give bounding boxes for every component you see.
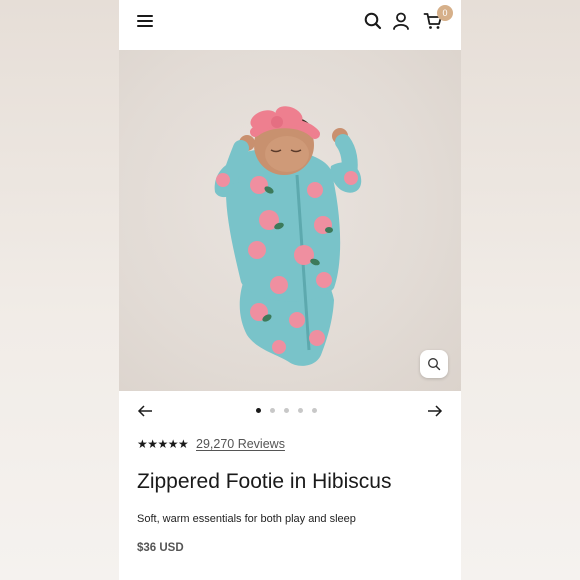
site-header: 0	[119, 0, 461, 50]
hamburger-menu-icon[interactable]	[137, 14, 153, 28]
gallery-dot-4[interactable]	[298, 408, 303, 413]
product-price: $36 USD	[137, 542, 184, 554]
product-title: Zippered Footie in Hibiscus	[137, 470, 392, 493]
product-image[interactable]	[119, 50, 461, 391]
gallery-dot-3[interactable]	[284, 408, 289, 413]
star-rating-icons: ★★★★★	[137, 437, 189, 451]
arrow-left-icon[interactable]	[137, 403, 153, 419]
gallery-dot-1[interactable]	[256, 408, 261, 413]
product-page: 0 ★★★★★ 29,270 Reviews Zippered Footie i…	[119, 0, 461, 580]
arrow-right-icon[interactable]	[427, 403, 443, 419]
reviews-link[interactable]: 29,270 Reviews	[196, 437, 285, 451]
account-icon[interactable]	[391, 11, 411, 31]
product-subtitle: Soft, warm essentials for both play and …	[137, 513, 356, 525]
gallery-dot-2[interactable]	[270, 408, 275, 413]
zoom-button[interactable]	[420, 350, 448, 378]
gallery-navigation	[119, 398, 461, 424]
gallery-dot-5[interactable]	[312, 408, 317, 413]
search-icon[interactable]	[363, 11, 383, 31]
baby-photo	[214, 106, 362, 366]
cart-count-badge[interactable]: 0	[437, 5, 453, 21]
zoom-icon	[428, 358, 441, 371]
